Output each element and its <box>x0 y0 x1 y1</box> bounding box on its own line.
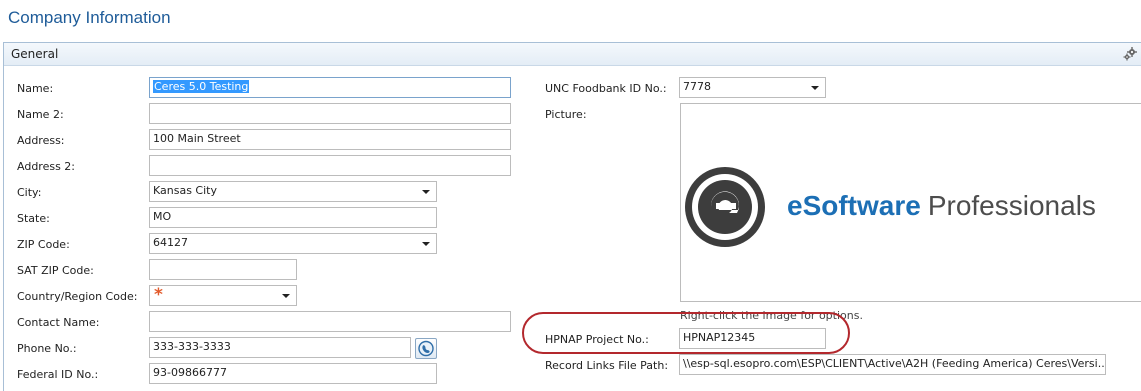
address-field[interactable]: 100 Main Street <box>149 129 511 150</box>
name2-label: Name 2: <box>17 108 64 121</box>
name-value: Ceres 5.0 Testing <box>153 80 250 93</box>
name-label: Name: <box>17 82 54 95</box>
unc-foodbank-id-label: UNC Foodbank ID No.: <box>545 82 667 95</box>
sat-zip-code-label: SAT ZIP Code: <box>17 264 94 277</box>
address2-label: Address 2: <box>17 160 76 173</box>
phone-no-field[interactable]: 333-333-3333 <box>149 337 411 358</box>
zip-code-label: ZIP Code: <box>17 238 70 251</box>
city-dropdown[interactable]: Kansas City <box>149 181 437 202</box>
company-picture[interactable]: eSoftware Professionals <box>680 103 1141 302</box>
chevron-down-icon[interactable] <box>422 242 430 246</box>
page-title: Company Information <box>8 8 171 27</box>
unc-foodbank-id-dropdown[interactable]: 7778 <box>679 77 826 98</box>
federal-id-label: Federal ID No.: <box>17 368 99 381</box>
address2-field[interactable] <box>149 155 511 176</box>
contact-name-label: Contact Name: <box>17 316 100 329</box>
dial-phone-button[interactable] <box>415 338 437 359</box>
city-label: City: <box>17 186 42 199</box>
chevron-down-icon[interactable] <box>811 86 819 90</box>
name-field[interactable]: Ceres 5.0 Testing <box>149 77 511 98</box>
country-region-code-dropdown[interactable]: * <box>149 285 297 306</box>
unc-foodbank-id-value: 7778 <box>683 80 711 93</box>
zip-code-dropdown[interactable]: 64127 <box>149 233 437 254</box>
chevron-down-icon[interactable] <box>422 190 430 194</box>
logo-text-regular: Professionals <box>927 190 1096 221</box>
contact-name-field[interactable] <box>149 311 511 332</box>
chevron-down-icon[interactable] <box>282 294 290 298</box>
country-region-code-label: Country/Region Code: <box>17 290 138 303</box>
record-links-file-path-field[interactable]: \\esp-sql.esopro.com\ESP\CLIENT\Active\A… <box>679 354 1106 375</box>
picture-label: Picture: <box>545 108 587 121</box>
section-title: General <box>11 47 59 61</box>
federal-id-field[interactable]: 93-09866777 <box>149 363 437 384</box>
state-label: State: <box>17 212 50 225</box>
section-header[interactable]: General <box>4 43 1141 66</box>
record-links-file-path-label: Record Links File Path: <box>545 359 669 372</box>
zip-code-value: 64127 <box>153 236 188 249</box>
address-label: Address: <box>17 134 65 147</box>
sat-zip-code-field[interactable] <box>149 259 297 280</box>
phone-no-label: Phone No.: <box>17 342 77 355</box>
esoftware-logo-icon <box>685 167 765 247</box>
phone-icon <box>418 340 434 357</box>
highlight-annotation <box>522 312 850 354</box>
gear-icon[interactable] <box>1122 46 1138 62</box>
logo-text-bold: eSoftware <box>787 190 921 221</box>
required-marker: * <box>154 285 163 305</box>
name2-field[interactable] <box>149 103 511 124</box>
city-value: Kansas City <box>153 184 217 197</box>
state-field[interactable]: MO <box>149 207 437 228</box>
